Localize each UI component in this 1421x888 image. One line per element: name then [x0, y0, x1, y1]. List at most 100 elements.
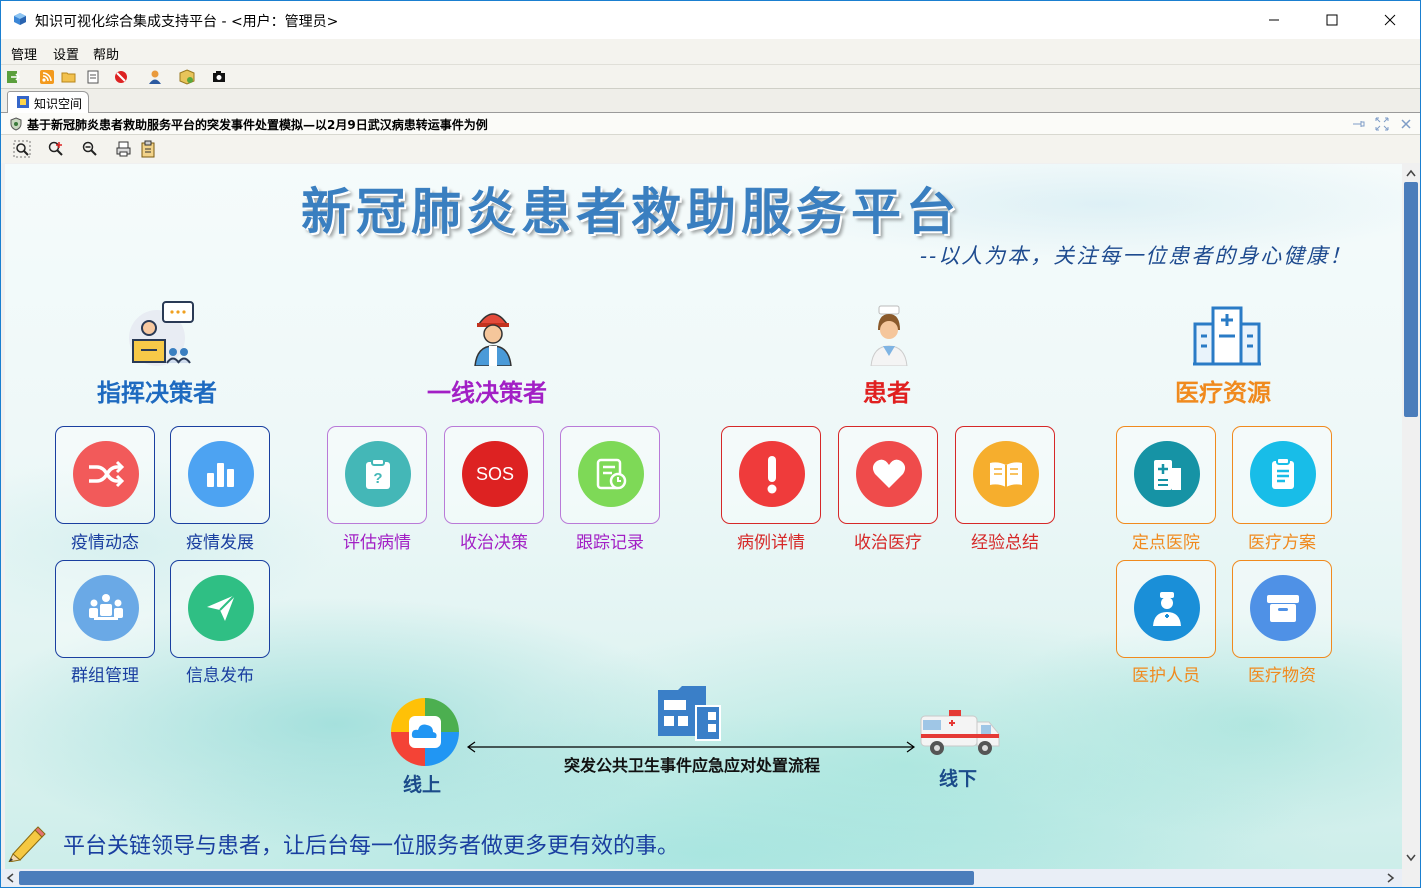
label-experience-summary: 经验总结: [971, 533, 1039, 553]
group-meeting-icon: [73, 575, 139, 641]
label-group-management: 群组管理: [71, 666, 139, 686]
menu-help[interactable]: 帮助: [93, 44, 119, 63]
sos-icon: SOS: [462, 441, 528, 507]
card-medical-plan[interactable]: [1232, 426, 1332, 524]
bar-chart-icon: [188, 441, 254, 507]
commander-illustration-icon: [129, 301, 194, 366]
section-title-frontline: 一线决策者: [427, 379, 547, 407]
close-icon: [1384, 14, 1396, 26]
card-treatment[interactable]: [838, 426, 938, 524]
camera-icon[interactable]: [211, 69, 227, 85]
online-cloud-icon[interactable]: [391, 698, 459, 766]
card-designated-hospital[interactable]: [1116, 426, 1216, 524]
window-title: 知识可视化综合集成支持平台 - <用户：管理员>: [35, 14, 339, 30]
label-epidemic-dynamics: 疫情动态: [71, 533, 139, 553]
open-folder-icon[interactable]: [61, 69, 77, 85]
label-tracking-record: 跟踪记录: [576, 533, 644, 553]
scroll-up-icon[interactable]: [1406, 169, 1416, 177]
ambulance-icon[interactable]: [919, 708, 1003, 756]
rss-icon[interactable]: [39, 69, 55, 85]
online-label: 线上: [403, 774, 442, 796]
app-window: 知识可视化综合集成支持平台 - <用户：管理员> 管理 设置 帮助 知识空间 基…: [0, 0, 1421, 888]
document-icon[interactable]: [85, 69, 101, 85]
card-assess-condition[interactable]: ?: [327, 426, 427, 524]
label-case-details: 病例详情: [737, 533, 805, 553]
clipboard-question-icon: ?: [345, 441, 411, 507]
paper-plane-icon: [188, 575, 254, 641]
scroll-down-icon[interactable]: [1406, 854, 1416, 862]
heart-icon: [856, 441, 922, 507]
clipboard-icon[interactable]: [139, 140, 157, 158]
supply-box-icon: [1250, 575, 1316, 641]
label-info-release: 信息发布: [186, 666, 254, 686]
offline-label: 线下: [939, 768, 978, 790]
zoom-fit-icon[interactable]: [13, 140, 31, 158]
hospital-building-icon: [1134, 441, 1200, 507]
menu-manage[interactable]: 管理: [11, 44, 37, 63]
label-treatment: 收治医疗: [854, 533, 922, 553]
label-designated-hospital: 定点医院: [1132, 533, 1200, 553]
main-toolbar: [1, 65, 1420, 89]
card-group-management[interactable]: [55, 560, 155, 658]
tab-knowledge-space[interactable]: 知识空间: [7, 91, 89, 113]
svg-text:SOS: SOS: [476, 464, 514, 484]
platform-canvas: 新冠肺炎患者救助服务平台 --以人为本，关注每一位患者的身心健康！ 指挥决策者 …: [5, 164, 1402, 869]
notepad-icon: [1250, 441, 1316, 507]
document-title: 基于新冠肺炎患者救助服务平台的突发事件处置模拟—以2月9日武汉病患转运事件为例: [27, 118, 488, 132]
close-button[interactable]: [1361, 1, 1419, 39]
card-tracking-record[interactable]: [560, 426, 660, 524]
book-icon: [973, 441, 1039, 507]
emergency-process-label[interactable]: 突发公共卫生事件应急应对处置流程: [564, 752, 820, 776]
platform-footer-text: 平台关链领导与患者，让后台每一位服务者做更多更有效的事。: [63, 834, 680, 859]
minimize-icon: [1269, 19, 1279, 21]
vertical-scrollbar[interactable]: [1402, 164, 1420, 869]
maximize-button[interactable]: [1303, 1, 1361, 39]
card-info-release[interactable]: [170, 560, 270, 658]
zoom-in-icon[interactable]: [47, 140, 65, 158]
card-experience-summary[interactable]: [955, 426, 1055, 524]
card-epidemic-dynamics[interactable]: [55, 426, 155, 524]
user-icon[interactable]: [147, 69, 163, 85]
tab-strip: 知识空间: [1, 89, 1420, 113]
print-icon[interactable]: [115, 140, 133, 158]
card-epidemic-development[interactable]: [170, 426, 270, 524]
pencil-icon: [8, 826, 46, 862]
app-cube-icon: [14, 13, 26, 25]
knowledge-space-icon: [17, 96, 29, 108]
document-clock-icon: [578, 441, 644, 507]
card-admission-decision[interactable]: SOS: [444, 426, 544, 524]
pin-icon[interactable]: [1351, 117, 1365, 131]
svg-text:?: ?: [373, 470, 382, 487]
section-title-commander: 指挥决策者: [97, 379, 217, 407]
hospital-illustration-icon: [1193, 306, 1261, 366]
doc-close-icon[interactable]: [1399, 117, 1413, 131]
label-medical-plan: 医疗方案: [1248, 533, 1316, 553]
card-case-details[interactable]: [721, 426, 821, 524]
expand-icon[interactable]: [1375, 117, 1389, 131]
no-entry-icon[interactable]: [113, 69, 129, 85]
scroll-left-icon[interactable]: [6, 873, 14, 883]
document-header: 基于新冠肺炎患者救助服务平台的突发事件处置模拟—以2月9日武汉病患转运事件为例: [1, 113, 1420, 135]
scroll-right-icon[interactable]: [1387, 873, 1395, 883]
vertical-scroll-thumb[interactable]: [1404, 182, 1418, 417]
process-flow-icon: [658, 686, 721, 741]
patient-nurse-icon: [870, 305, 908, 366]
platform-slogan: --以人为本，关注每一位患者的身心健康！: [920, 244, 1353, 268]
view-toolbar: [1, 135, 1420, 163]
horizontal-scroll-thumb[interactable]: [19, 871, 974, 885]
label-medical-staff: 医护人员: [1132, 666, 1200, 686]
section-title-patient: 患者: [863, 379, 911, 407]
card-medical-staff[interactable]: [1116, 560, 1216, 658]
package-icon[interactable]: [179, 69, 195, 85]
title-bar: 知识可视化综合集成支持平台 - <用户：管理员>: [1, 1, 1420, 39]
section-title-resources: 医疗资源: [1175, 379, 1271, 407]
horizontal-scrollbar[interactable]: [1, 869, 1402, 887]
card-medical-supplies[interactable]: [1232, 560, 1332, 658]
exclamation-icon: [739, 441, 805, 507]
zoom-out-icon[interactable]: [81, 140, 99, 158]
menu-settings[interactable]: 设置: [53, 44, 79, 63]
exit-icon[interactable]: [5, 69, 21, 85]
minimize-button[interactable]: [1245, 1, 1303, 39]
label-medical-supplies: 医疗物资: [1248, 666, 1316, 686]
platform-title: 新冠肺炎患者救助服务平台: [301, 183, 961, 241]
